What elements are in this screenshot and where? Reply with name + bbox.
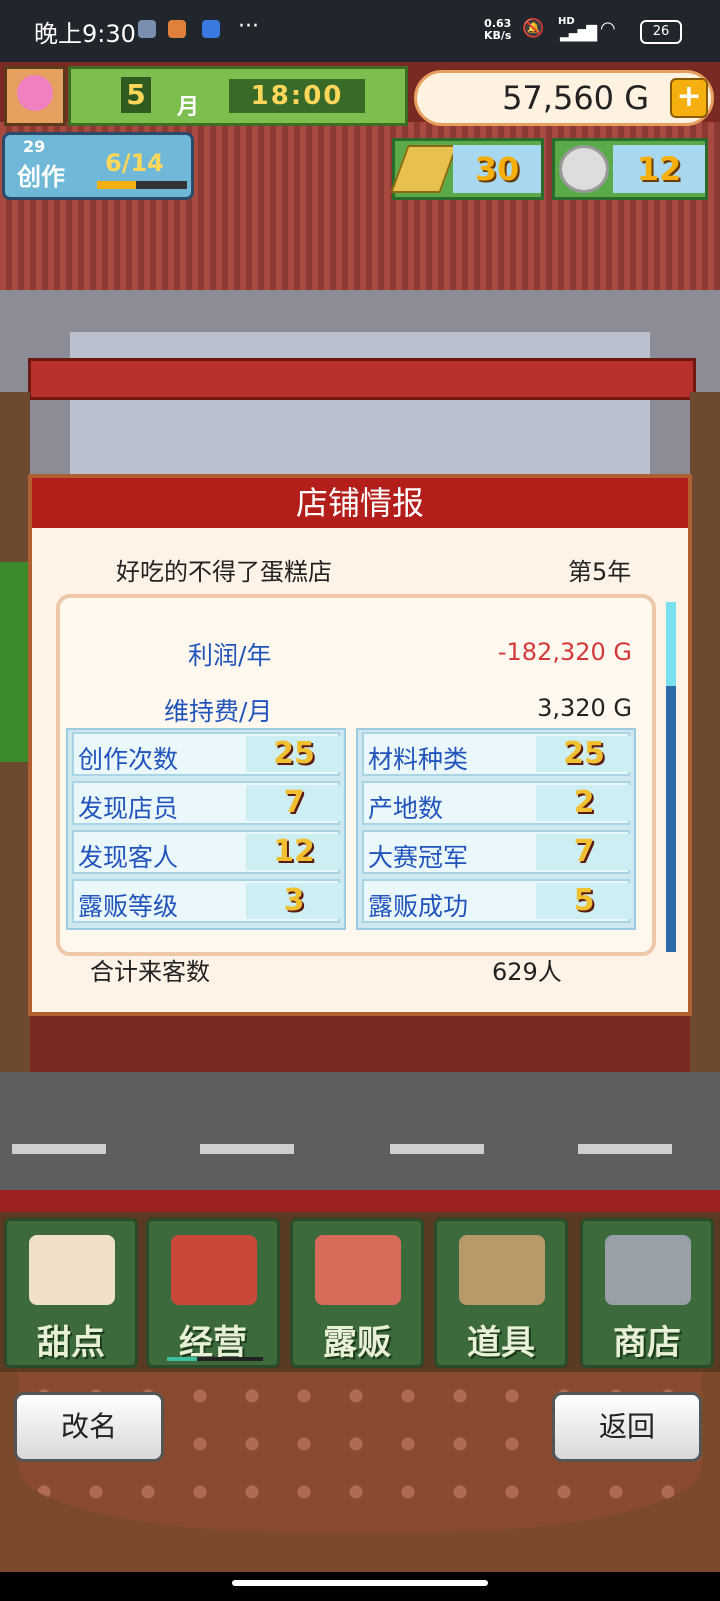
medal-value: 12 — [613, 145, 705, 193]
gear-bag-icon — [459, 1235, 545, 1305]
stat-label: 露贩等级 — [78, 892, 179, 921]
game-clock: 18:00 — [229, 79, 365, 113]
medal-counter: 12 — [552, 138, 708, 200]
stat-row: 发现店员 7 — [72, 781, 342, 825]
add-money-button[interactable]: + — [670, 78, 708, 118]
upkeep-value: 3,320 G — [537, 694, 632, 722]
app-notification-icon — [202, 20, 220, 38]
road-marking — [578, 1144, 672, 1154]
battery-icon: 26 — [640, 20, 682, 44]
profit-value: -182,320 G — [497, 638, 632, 666]
stat-row: 发现客人 12 — [72, 830, 342, 874]
network-speed: 0.63 KB/s — [484, 17, 512, 42]
stat-row: 大赛冠军 7 — [362, 830, 632, 874]
stat-value: 25 — [536, 736, 632, 772]
total-visitors-value: 629人 — [492, 958, 562, 986]
main-menu: 甜点 经营 露贩 道具 商店 — [0, 1212, 720, 1372]
create-label: 创作 — [17, 163, 65, 191]
menu-items-button[interactable]: 道具 — [434, 1218, 568, 1368]
create-progress: 6/14 — [105, 149, 164, 177]
shop-beam — [28, 358, 696, 400]
stat-value: 7 — [246, 785, 342, 821]
menu-label: 道具 — [467, 1323, 535, 1363]
more-notifications-icon: ··· — [238, 14, 259, 39]
cart-icon — [605, 1235, 691, 1305]
gold-bar-value: 30 — [453, 145, 541, 193]
stat-value: 25 — [246, 736, 342, 772]
active-tab-indicator — [167, 1357, 263, 1361]
stat-row: 创作次数 25 — [72, 732, 342, 776]
stat-row: 材料种类 25 — [362, 732, 632, 776]
food-truck-icon — [315, 1235, 401, 1305]
gold-bar-counter: 30 — [390, 138, 544, 200]
rename-button[interactable]: 改名 — [14, 1392, 164, 1462]
stats-grid-right: 材料种类 25 产地数 2 大赛冠军 7 露贩成功 5 — [356, 728, 636, 930]
cotton-candy-tree-icon — [17, 75, 53, 111]
date-bar: 5 月 18:00 — [68, 66, 408, 126]
upkeep-label: 维持费/月 — [164, 697, 273, 726]
cake-icon — [29, 1235, 115, 1305]
stat-value: 2 — [536, 785, 632, 821]
stat-row: 露贩等级 3 — [72, 879, 342, 923]
shop-name: 好吃的不得了蛋糕店 — [116, 558, 332, 586]
shop-info-dialog: 店铺情报 好吃的不得了蛋糕店 第5年 利润/年 -182,320 G 维持费/月… — [28, 474, 692, 1016]
menu-label: 商店 — [613, 1323, 681, 1363]
tree — [0, 562, 30, 762]
app-notification-icon — [138, 20, 156, 38]
mute-icon: 🔕 — [522, 18, 545, 39]
road — [0, 1072, 720, 1192]
shop-year: 第5年 — [568, 558, 632, 586]
road-marking — [200, 1144, 294, 1154]
stats-scrollbar[interactable] — [666, 602, 676, 952]
stat-value: 7 — [536, 834, 632, 870]
status-bar: 晚上9:30 ··· 0.63 KB/s 🔕 HD ▂▄▆█ ◠ 26 — [0, 0, 720, 62]
dialog-title: 店铺情报 — [32, 478, 688, 528]
menu-store-button[interactable]: 商店 — [580, 1218, 714, 1368]
stat-label: 发现客人 — [78, 843, 179, 872]
stat-label: 露贩成功 — [368, 892, 469, 921]
menu-label: 甜点 — [37, 1323, 105, 1363]
scrollbar-thumb[interactable] — [666, 602, 676, 686]
month-label: 月 — [177, 95, 200, 120]
create-progress-panel[interactable]: 29 创作 6/14 — [2, 132, 194, 200]
app-notification-icon — [168, 20, 186, 38]
shop-avatar[interactable] — [4, 66, 66, 126]
create-counter: 29 — [23, 137, 46, 156]
stats-grid-left: 创作次数 25 发现店员 7 发现客人 12 露贩等级 3 — [66, 728, 346, 930]
profit-label: 利润/年 — [188, 641, 272, 670]
month-number: 5 — [121, 77, 151, 113]
medal-icon — [559, 145, 609, 193]
menu-sweets-button[interactable]: 甜点 — [4, 1218, 138, 1368]
stat-label: 大赛冠军 — [368, 843, 469, 872]
nav-bar — [0, 1572, 720, 1601]
create-progress-bar — [97, 181, 187, 189]
status-time: 晚上9:30 — [34, 20, 136, 48]
money-value: 57,560 G — [502, 79, 649, 117]
stat-value: 12 — [246, 834, 342, 870]
stat-value: 3 — [246, 883, 342, 919]
home-indicator[interactable] — [232, 1580, 488, 1586]
gold-bar-icon — [390, 145, 458, 193]
menu-food-truck-button[interactable]: 露贩 — [290, 1218, 424, 1368]
wifi-icon: ◠ — [600, 18, 616, 39]
stat-row: 露贩成功 5 — [362, 879, 632, 923]
stat-row: 产地数 2 — [362, 781, 632, 825]
shop-icon — [171, 1235, 257, 1305]
stats-panel[interactable]: 利润/年 -182,320 G 维持费/月 3,320 G 创作次数 25 发现… — [56, 594, 656, 956]
road-marking — [390, 1144, 484, 1154]
menu-label: 露贩 — [323, 1323, 391, 1363]
signal-icon: ▂▄▆█ — [560, 26, 597, 42]
back-button[interactable]: 返回 — [552, 1392, 702, 1462]
stat-value: 5 — [536, 883, 632, 919]
stat-label: 创作次数 — [78, 745, 179, 774]
money-display: 57,560 G — [414, 70, 714, 126]
stat-label: 产地数 — [368, 794, 444, 823]
total-visitors-label: 合计来客数 — [90, 958, 210, 986]
menu-manage-button[interactable]: 经营 — [146, 1218, 280, 1368]
road-marking — [12, 1144, 106, 1154]
stat-label: 材料种类 — [368, 745, 469, 774]
stat-label: 发现店员 — [78, 794, 179, 823]
